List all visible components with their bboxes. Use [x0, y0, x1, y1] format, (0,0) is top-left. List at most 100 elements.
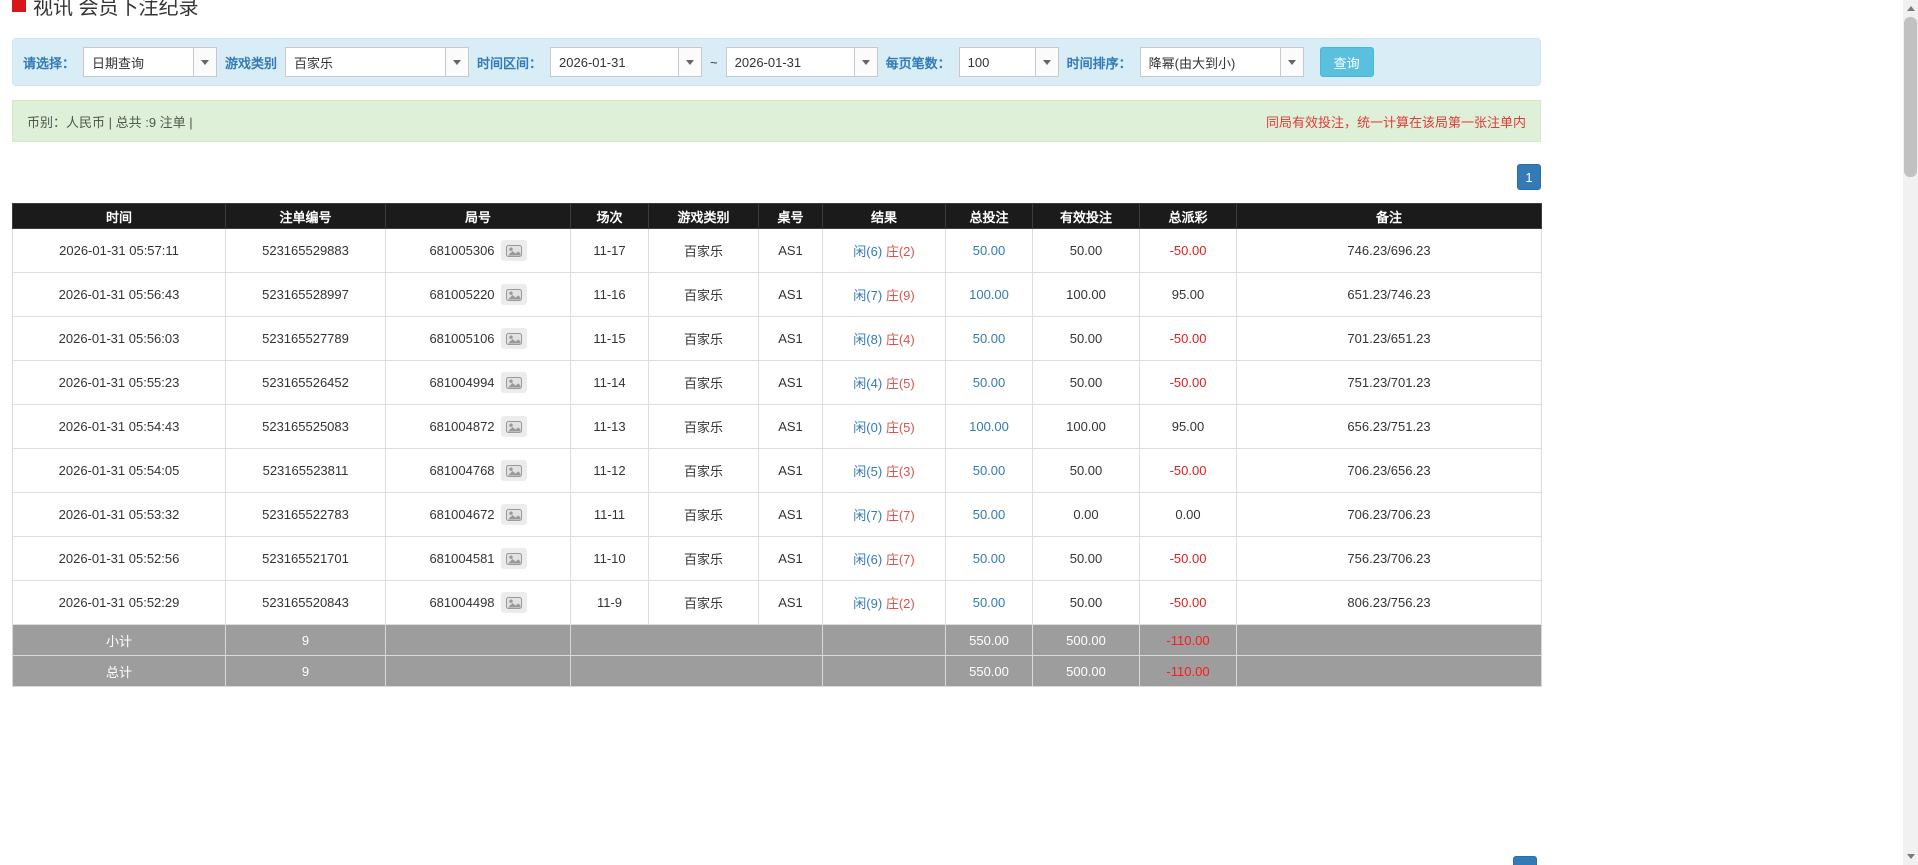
- sort-order-dropdown-button[interactable]: [1279, 47, 1304, 77]
- cell-result: 闲(5) 庄(3): [822, 448, 946, 493]
- replay-button[interactable]: [500, 284, 527, 305]
- result-player: 闲(9): [853, 596, 883, 611]
- summary-count: 9: [225, 624, 386, 656]
- range-separator: ~: [710, 54, 718, 70]
- cell-result: 闲(4) 庄(5): [822, 360, 946, 405]
- cell-table-number: AS1: [758, 580, 823, 625]
- cell-bet-id: 523165523811: [225, 448, 386, 493]
- replay-button[interactable]: [500, 416, 527, 437]
- cell-time: 2026-01-31 05:55:23: [12, 360, 226, 405]
- date-from-combo: [550, 47, 703, 77]
- bet-table-foot: 小计 9 550.00 500.00 -110.00 总计 9 550.00 500.00 -11…: [12, 624, 1542, 687]
- search-button[interactable]: 查询: [1319, 47, 1374, 77]
- page-1-button-bottom[interactable]: 1: [1513, 856, 1537, 865]
- replay-icon: [505, 552, 522, 565]
- cell-note: 756.23/706.23: [1236, 536, 1542, 581]
- total-bet-link[interactable]: 50.00: [973, 551, 1006, 566]
- date-from-dropdown-button[interactable]: [678, 47, 703, 77]
- result-banker: 庄(4): [885, 332, 915, 347]
- page-size-dropdown-button[interactable]: [1034, 47, 1059, 77]
- replay-button[interactable]: [500, 328, 527, 349]
- date-mode-input[interactable]: [83, 47, 194, 77]
- summary-payout: -110.00: [1139, 624, 1237, 656]
- cell-result: 闲(8) 庄(4): [822, 316, 946, 361]
- cell-valid-bet: 50.00: [1032, 580, 1140, 625]
- cell-payout: 95.00: [1139, 272, 1237, 317]
- cell-game-type: 百家乐: [648, 272, 759, 317]
- scroll-up-arrow-icon[interactable]: [1903, 0, 1918, 17]
- replay-button[interactable]: [500, 240, 527, 261]
- date-to-input[interactable]: [725, 47, 854, 77]
- cell-table-number: AS1: [758, 492, 823, 537]
- replay-icon: [505, 244, 522, 257]
- cell-valid-bet: 100.00: [1032, 404, 1140, 449]
- column-header: 桌号: [758, 203, 823, 229]
- scroll-down-arrow-icon[interactable]: [1903, 848, 1918, 865]
- date-from-input[interactable]: [550, 47, 679, 77]
- summary-row: 总计 9 550.00 500.00 -110.00: [12, 655, 1542, 687]
- cell-total-bet: 50.00: [945, 316, 1033, 361]
- page-1-button[interactable]: 1: [1517, 164, 1541, 190]
- sort-order-input[interactable]: [1139, 47, 1280, 77]
- round-number: 681005306: [429, 243, 495, 258]
- sort-order-label: 时间排序：: [1066, 55, 1132, 71]
- total-bet-link[interactable]: 50.00: [973, 331, 1006, 346]
- total-bet-link[interactable]: 50.00: [973, 243, 1006, 258]
- replay-button[interactable]: [500, 460, 527, 481]
- cell-game-type: 百家乐: [648, 580, 759, 625]
- summary-empty: [570, 624, 823, 656]
- cell-session: 11-11: [570, 492, 649, 537]
- cell-game-type: 百家乐: [648, 360, 759, 405]
- cell-note: 751.23/701.23: [1236, 360, 1542, 405]
- summary-empty: [385, 655, 571, 687]
- cell-time: 2026-01-31 05:56:03: [12, 316, 226, 361]
- replay-button[interactable]: [500, 548, 527, 569]
- page-size-input[interactable]: [958, 47, 1035, 77]
- cell-note: 701.23/651.23: [1236, 316, 1542, 361]
- replay-button[interactable]: [500, 504, 527, 525]
- result-player: 闲(7): [853, 288, 883, 303]
- cell-total-bet: 50.00: [945, 448, 1033, 493]
- cell-total-bet: 50.00: [945, 580, 1033, 625]
- cell-time: 2026-01-31 05:54:05: [12, 448, 226, 493]
- date-to-dropdown-button[interactable]: [853, 47, 878, 77]
- game-type-input[interactable]: [285, 47, 446, 77]
- total-bet-link[interactable]: 50.00: [973, 375, 1006, 390]
- chevron-down-icon: [1042, 59, 1051, 65]
- chevron-down-icon: [861, 59, 870, 65]
- summary-total-bet: 550.00: [945, 655, 1033, 687]
- total-bet-link[interactable]: 100.00: [969, 419, 1009, 434]
- cell-note: 706.23/656.23: [1236, 448, 1542, 493]
- round-number: 681005220: [429, 287, 495, 302]
- cell-bet-id: 523165522783: [225, 492, 386, 537]
- total-bet-link[interactable]: 100.00: [969, 287, 1009, 302]
- total-bet-link[interactable]: 50.00: [973, 463, 1006, 478]
- pagination-top: 1: [12, 164, 1541, 190]
- scrollbar-thumb[interactable]: [1904, 17, 1917, 177]
- total-bet-link[interactable]: 50.00: [973, 507, 1006, 522]
- column-header: 总投注: [945, 203, 1033, 229]
- cell-total-bet: 50.00: [945, 536, 1033, 581]
- result-banker: 庄(7): [885, 508, 915, 523]
- result-banker: 庄(5): [885, 376, 915, 391]
- page-header: 视讯 会员下注纪录: [12, 0, 1541, 22]
- cell-bet-id: 523165528997: [225, 272, 386, 317]
- total-bet-link[interactable]: 50.00: [973, 595, 1006, 610]
- table-row: 2026-01-31 05:54:05 523165523811 681004768…: [12, 448, 1542, 493]
- cell-time: 2026-01-31 05:52:29: [12, 580, 226, 625]
- date-mode-dropdown-button[interactable]: [193, 47, 218, 77]
- cell-table-number: AS1: [758, 316, 823, 361]
- cell-session: 11-16: [570, 272, 649, 317]
- game-type-dropdown-button[interactable]: [445, 47, 470, 77]
- vertical-scrollbar[interactable]: [1903, 0, 1918, 865]
- cell-valid-bet: 50.00: [1032, 228, 1140, 273]
- summary-empty: [822, 624, 946, 656]
- cell-result: 闲(6) 庄(2): [822, 228, 946, 273]
- table-header-row: 时间 注单编号 局号 场次 游戏类别 桌号 结果 总投注 有效投注 总派彩 备注: [12, 203, 1542, 229]
- replay-button[interactable]: [500, 592, 527, 613]
- column-header: 场次: [570, 203, 649, 229]
- result-player: 闲(7): [853, 508, 883, 523]
- replay-button[interactable]: [500, 372, 527, 393]
- replay-icon: [505, 288, 522, 301]
- column-header: 局号: [385, 203, 571, 229]
